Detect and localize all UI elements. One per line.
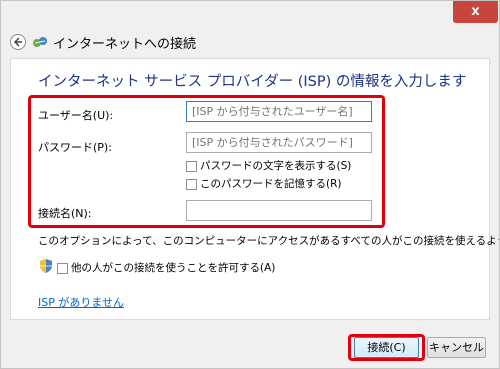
allow-others-checkbox-row[interactable]: 他の人がこの接続を使うことを許可する(A) — [57, 260, 275, 274]
cancel-button[interactable]: キャンセル — [427, 337, 486, 358]
show-password-checkbox[interactable] — [186, 160, 197, 172]
remember-password-checkbox[interactable] — [186, 178, 197, 190]
show-password-checkbox-row[interactable]: パスワードの文字を表示する(S) — [186, 158, 351, 172]
close-button[interactable]: x — [453, 1, 498, 23]
connection-name-field[interactable] — [186, 200, 372, 221]
username-label: ユーザー名(U): — [38, 109, 114, 122]
connect-button[interactable]: 接続(C) — [354, 337, 419, 358]
close-icon: x — [471, 4, 480, 19]
back-arrow-icon — [13, 37, 22, 47]
dialog-window: x インターネットへの接続 インターネット サービス プロバイダー (ISP) … — [0, 0, 500, 369]
remember-password-label: このパスワードを記憶する(R) — [200, 178, 342, 190]
window-title: インターネットへの接続 — [53, 37, 197, 52]
allow-others-checkbox[interactable] — [57, 262, 68, 274]
page-heading: インターネット サービス プロバイダー (ISP) の情報を入力します — [38, 74, 467, 90]
no-isp-link[interactable]: ISP がありません — [38, 294, 124, 310]
title-bar: x — [1, 1, 499, 29]
remember-password-checkbox-row[interactable]: このパスワードを記憶する(R) — [186, 176, 342, 190]
back-button[interactable] — [10, 34, 26, 50]
username-field[interactable] — [186, 101, 372, 122]
show-password-label: パスワードの文字を表示する(S) — [200, 160, 352, 172]
password-label: パスワード(P): — [38, 141, 112, 154]
shield-icon — [40, 259, 52, 273]
sharing-description: このオプションによって、このコンピューターにアクセスがあるすべての人がこの接続を… — [38, 235, 499, 247]
allow-others-label: 他の人がこの接続を使うことを許可する(A) — [71, 262, 276, 274]
connection-name-label: 接続名(N): — [38, 207, 92, 220]
network-icon — [33, 37, 47, 47]
password-field[interactable] — [186, 132, 372, 153]
